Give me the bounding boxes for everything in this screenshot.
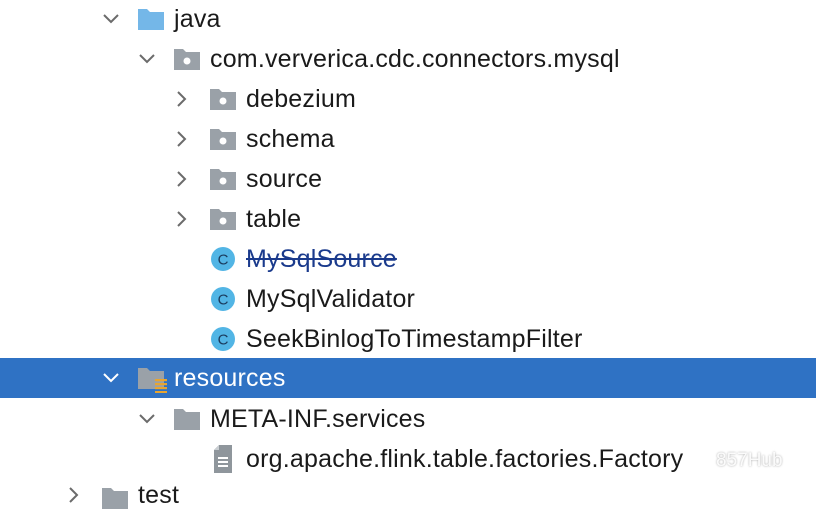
class-icon: C — [210, 285, 238, 311]
tree-label-schema: schema — [246, 125, 335, 153]
tree-row-table[interactable]: table — [0, 199, 816, 239]
tree-row-package[interactable]: com.ververica.cdc.connectors.mysql — [0, 39, 816, 79]
package-folder-icon — [209, 126, 237, 152]
tree-label-resources: resources — [174, 364, 286, 392]
tree-row-seekbinlog[interactable]: C SeekBinlogToTimestampFilter — [0, 319, 816, 359]
text-file-icon — [213, 444, 241, 473]
svg-text:C: C — [218, 252, 229, 269]
tree-label-mysqlvalidator: MySqlValidator — [246, 285, 416, 313]
tree-label-metainf: META-INF.services — [210, 405, 426, 433]
tree-label-seekbinlog: SeekBinlogToTimestampFilter — [246, 325, 583, 353]
tree-row-debezium[interactable]: debezium — [0, 79, 816, 119]
tree-label-source: source — [246, 165, 323, 193]
class-icon: C — [210, 245, 238, 271]
tree-label-debezium: debezium — [246, 85, 356, 113]
class-icon: C — [210, 325, 238, 351]
chevron-right-icon[interactable] — [172, 169, 192, 189]
source-folder-icon — [137, 6, 165, 32]
tree-label-test: test — [138, 481, 180, 509]
tree-label-java: java — [174, 5, 221, 33]
tree-row-resources[interactable]: resources — [0, 358, 816, 398]
chevron-right-icon[interactable] — [172, 209, 192, 229]
svg-text:C: C — [218, 332, 229, 349]
chevron-right-icon[interactable] — [172, 89, 192, 109]
project-tree: java com.ververica.cdc.connectors.mysql … — [0, 0, 816, 509]
folder-icon — [173, 406, 201, 432]
tree-label-table: table — [246, 205, 302, 233]
chevron-right-icon[interactable] — [172, 129, 192, 149]
resources-folder-icon — [137, 365, 167, 393]
package-folder-icon — [209, 166, 237, 192]
svg-text:C: C — [218, 292, 229, 309]
tree-row-test[interactable]: test — [0, 479, 816, 519]
chevron-down-icon[interactable] — [137, 409, 157, 429]
chevron-down-icon[interactable] — [101, 368, 121, 388]
tree-row-schema[interactable]: schema — [0, 119, 816, 159]
chevron-down-icon[interactable] — [101, 9, 121, 29]
chevron-down-icon[interactable] — [137, 49, 157, 69]
test-folder-icon — [101, 485, 129, 511]
tree-row-source[interactable]: source — [0, 159, 816, 199]
watermark: 857Hub — [688, 448, 783, 474]
tree-row-mysqlsource[interactable]: C MySqlSource — [0, 239, 816, 279]
package-folder-icon — [209, 86, 237, 112]
tree-row-metainf[interactable]: META-INF.services — [0, 399, 816, 439]
tree-label-factory-file: org.apache.flink.table.factories.Factory — [246, 445, 684, 473]
tree-row-java[interactable]: java — [0, 0, 816, 39]
tree-row-mysqlvalidator[interactable]: C MySqlValidator — [0, 279, 816, 319]
wechat-icon — [688, 448, 712, 474]
tree-label-mysqlsource: MySqlSource — [246, 245, 397, 273]
chevron-right-icon[interactable] — [64, 485, 84, 505]
package-folder-icon — [173, 46, 201, 72]
tree-label-package: com.ververica.cdc.connectors.mysql — [210, 45, 620, 73]
package-folder-icon — [209, 206, 237, 232]
watermark-text: 857Hub — [716, 450, 783, 471]
